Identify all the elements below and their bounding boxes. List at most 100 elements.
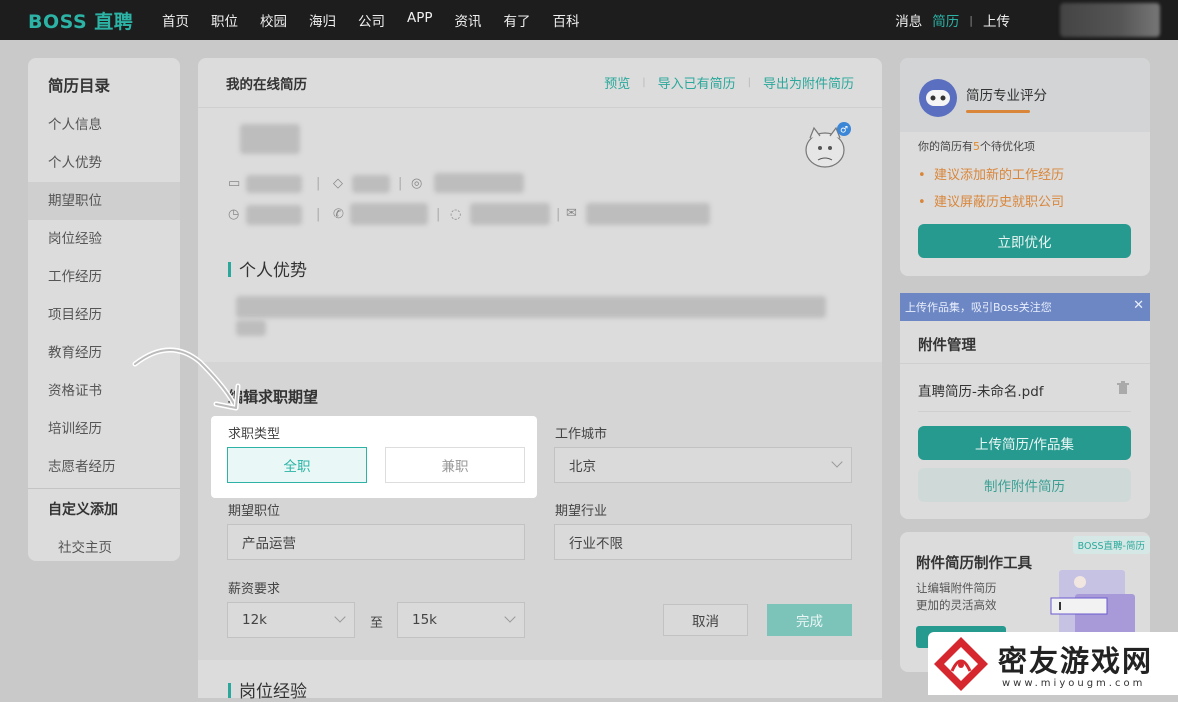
make-attachment-button[interactable]: 制作附件简历 <box>918 468 1131 502</box>
attachment-file-name[interactable]: 直聘简历-未命名.pdf <box>918 380 1044 400</box>
messages-link[interactable]: 消息 <box>895 10 922 30</box>
salary-to-label: 至 <box>370 616 384 631</box>
score-summary-prefix: 你的简历有 <box>918 140 973 153</box>
tool-badge: BOSS直聘-简历 <box>1072 536 1150 554</box>
suggestion-item[interactable]: • 建议屏蔽历史就职公司 <box>918 191 1064 210</box>
import-resume-link[interactable]: 导入已有简历 <box>658 73 736 92</box>
upload-portfolio-banner[interactable]: 上传作品集，吸引Boss关注您 ✕ <box>900 293 1150 321</box>
info-separator: | <box>316 176 321 191</box>
export-attachment-link[interactable]: 导出为附件简历 <box>763 73 854 92</box>
position-value: 产品运营 <box>242 536 296 552</box>
job-type-label: 求职类型 <box>228 427 281 442</box>
section-bar <box>228 683 231 698</box>
suggestion-text: 建议屏蔽历史就职公司 <box>933 195 1064 210</box>
resume-directory-sidebar: 简历目录 个人信息 个人优势 期望职位 岗位经验 工作经历 项目经历 教育经历 … <box>28 58 180 561</box>
section-bar <box>228 262 231 277</box>
attachment-divider <box>900 363 1150 364</box>
score-summary-suffix: 个待优化项 <box>980 140 1035 153</box>
nav-item-home[interactable]: 首页 <box>162 10 189 30</box>
resume-score-card: 简历专业评分 你的简历有5个待优化项 • 建议添加新的工作经历 • 建议屏蔽历史… <box>900 58 1150 276</box>
advantage-text-blurred-2 <box>236 320 266 336</box>
job-type-parttime-option[interactable]: 兼职 <box>385 447 525 483</box>
suggestion-item[interactable]: • 建议添加新的工作经历 <box>918 164 1064 183</box>
nav-item-news[interactable]: 资讯 <box>455 10 482 30</box>
salary-max-value: 15k <box>412 612 437 628</box>
upload-link[interactable]: 上传 <box>983 10 1010 30</box>
chevron-down-icon <box>504 611 516 623</box>
sidebar-title: 简历目录 <box>48 77 111 95</box>
wechat-blurred <box>470 203 550 225</box>
cancel-button[interactable]: 取消 <box>663 604 748 636</box>
info-separator: | <box>556 207 561 222</box>
trash-icon[interactable] <box>1116 381 1130 395</box>
nav-item-wiki[interactable]: 百科 <box>553 10 580 30</box>
resume-header-links: 预览 | 导入已有简历 | 导出为附件简历 <box>604 73 854 92</box>
nav-item-app[interactable]: APP <box>407 10 433 30</box>
salary-min-select[interactable]: 12k <box>227 602 355 638</box>
upload-resume-button[interactable]: 上传简历/作品集 <box>918 426 1131 460</box>
work-years-blurred <box>246 175 302 193</box>
advantage-text-blurred <box>236 296 826 318</box>
sidebar-item-expected-position[interactable]: 期望职位 <box>28 182 180 220</box>
nav-item-campus[interactable]: 校园 <box>260 10 287 30</box>
nav-item-company[interactable]: 公司 <box>358 10 385 30</box>
attachment-management-card: 附件管理 直聘简历-未命名.pdf 上传简历/作品集 制作附件简历 <box>900 293 1150 519</box>
industry-input[interactable]: 行业不限 <box>554 524 852 560</box>
section-personal-advantage-label: 个人优势 <box>239 261 307 281</box>
sidebar-item-volunteer[interactable]: 志愿者经历 <box>28 448 180 486</box>
score-card-title: 简历专业评分 <box>966 88 1047 104</box>
sidebar-item-social[interactable]: 社交主页 <box>28 529 180 567</box>
info-separator: | <box>316 207 321 222</box>
city-value: 北京 <box>569 459 596 475</box>
tool-desc-2: 更加的灵活高效 <box>916 598 997 612</box>
svg-text:♂: ♂ <box>840 126 848 136</box>
city-label: 工作城市 <box>555 427 608 442</box>
resume-header-title: 我的在线简历 <box>226 76 307 93</box>
wechat-icon: ◌ <box>450 207 462 222</box>
position-label: 期望职位 <box>228 504 281 519</box>
resume-header: 我的在线简历 预览 | 导入已有简历 | 导出为附件简历 <box>198 58 882 108</box>
boss-logo[interactable]: BOSS 直聘 <box>28 7 148 34</box>
banner-text: 上传作品集，吸引Boss关注您 <box>905 301 1052 314</box>
sidebar-custom-title: 自定义添加 <box>48 502 118 518</box>
robot-icon <box>919 79 957 117</box>
briefcase-icon: ▭ <box>228 176 241 191</box>
city-select[interactable]: 北京 <box>554 447 852 483</box>
email-icon: ✉ <box>566 206 577 221</box>
attachment-divider <box>918 411 1131 412</box>
resume-link[interactable]: 简历 <box>932 10 959 30</box>
name-blurred <box>240 124 300 154</box>
male-avatar-icon[interactable]: ♂ <box>800 120 854 174</box>
position-input[interactable]: 产品运营 <box>227 524 525 560</box>
chevron-down-icon <box>831 456 843 468</box>
section-post-experience: 岗位经验 <box>228 677 307 702</box>
sidebar-item-work-history[interactable]: 工作经历 <box>28 258 180 296</box>
nav-item-jobs[interactable]: 职位 <box>211 10 238 30</box>
industry-label: 期望行业 <box>555 504 608 519</box>
user-avatar-blurred[interactable] <box>1060 3 1160 37</box>
status-blurred <box>434 173 524 193</box>
sidebar-item-personal-info[interactable]: 个人信息 <box>28 106 180 144</box>
nav-item-overseas[interactable]: 海归 <box>309 10 336 30</box>
top-navbar: BOSS 直聘 首页 职位 校园 海归 公司 APP 资讯 有了 百科 消息 简… <box>0 0 1178 40</box>
sidebar-item-projects[interactable]: 项目经历 <box>28 296 180 334</box>
nav-item-youle[interactable]: 有了 <box>504 10 531 30</box>
clock-icon: ◷ <box>228 207 240 222</box>
topbar-separator: | <box>969 13 973 27</box>
job-type-fulltime-option[interactable]: 全职 <box>227 447 367 483</box>
done-button[interactable]: 完成 <box>767 604 852 636</box>
optimize-now-button[interactable]: 立即优化 <box>918 224 1131 258</box>
score-summary: 你的简历有5个待优化项 <box>918 138 1035 154</box>
score-summary-count: 5 <box>973 140 980 153</box>
sidebar-item-post-experience[interactable]: 岗位经验 <box>28 220 180 258</box>
preview-link[interactable]: 预览 <box>604 73 630 92</box>
education-icon: ◇ <box>333 176 343 191</box>
salary-max-select[interactable]: 15k <box>397 602 525 638</box>
attachment-title: 附件管理 <box>918 338 976 354</box>
education-blurred <box>352 175 390 193</box>
salary-min-value: 12k <box>242 612 267 628</box>
watermark-text: 密友游戏网 <box>998 638 1153 680</box>
close-icon[interactable]: ✕ <box>1133 298 1144 313</box>
sidebar-item-personal-advantage[interactable]: 个人优势 <box>28 144 180 182</box>
curved-arrow-icon <box>132 347 241 411</box>
